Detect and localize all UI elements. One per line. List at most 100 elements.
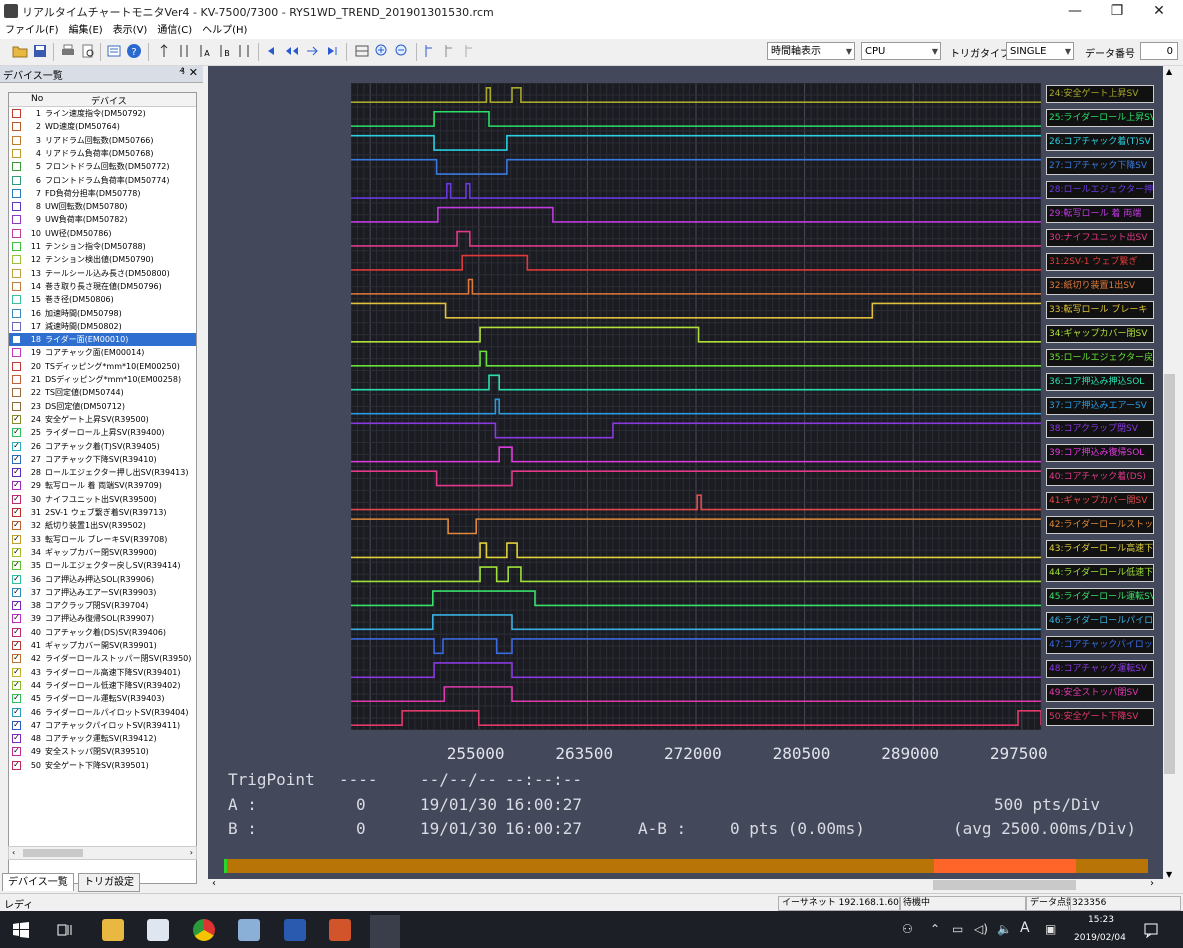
- device-row[interactable]: ✓ 48 コアチャック運転SV(R39412): [9, 732, 196, 745]
- marker-b-icon[interactable]: [442, 43, 458, 59]
- device-row[interactable]: 6 フロントドラム負荷率(DM50774): [9, 174, 196, 187]
- device-row[interactable]: ✓ 26 コアチャック着(T)SV(R39405): [9, 440, 196, 453]
- device-row[interactable]: 9 UW負荷率(DM50782): [9, 213, 196, 226]
- device-checkbox[interactable]: ✓: [12, 654, 21, 664]
- grid-icon[interactable]: [354, 43, 370, 59]
- cursor-ab-icon[interactable]: [236, 43, 252, 59]
- device-row[interactable]: 23 DS回定値(DM50712): [9, 400, 196, 413]
- zoom-out-icon[interactable]: [394, 43, 410, 59]
- menu-view[interactable]: 表示(V): [108, 22, 153, 39]
- scroll-left-icon[interactable]: ‹: [12, 847, 15, 859]
- chart-scroll-thumb[interactable]: [933, 880, 1076, 890]
- device-checkbox[interactable]: ✓: [12, 508, 21, 517]
- device-checkbox[interactable]: ✓: [12, 521, 21, 531]
- horizontal-scrollbar[interactable]: ‹ ›: [8, 846, 197, 860]
- help-icon[interactable]: ?: [126, 43, 142, 59]
- chrome-icon[interactable]: [193, 919, 215, 941]
- device-checkbox[interactable]: ✓: [12, 468, 21, 478]
- device-row[interactable]: ✓ 43 ライダーロール高速下降SV(R39401): [9, 666, 196, 679]
- mail-icon[interactable]: [147, 919, 169, 941]
- device-row[interactable]: ✓ 39 コア押込み復帰SOL(R39907): [9, 612, 196, 625]
- clock-date[interactable]: 2019/02/04: [1074, 933, 1126, 943]
- device-row[interactable]: ✓ 33 転写ロール ブレーキSV(R39708): [9, 533, 196, 546]
- device-checkbox[interactable]: ✓: [12, 720, 21, 730]
- device-row[interactable]: ✓ 35 ロールエジェクター戻しSV(R39414): [9, 559, 196, 572]
- legend-item[interactable]: 46:ライダーロールパイロット: [1046, 612, 1154, 631]
- cursor-b-icon[interactable]: B: [216, 43, 232, 59]
- scroll-right-icon[interactable]: ›: [190, 847, 193, 859]
- device-row[interactable]: ✓ 36 コア押込み押込SOL(R39906): [9, 573, 196, 586]
- device-checkbox[interactable]: ✓: [12, 534, 21, 544]
- app-icon-4[interactable]: [238, 919, 260, 941]
- device-row[interactable]: 16 加速時間(DM50798): [9, 307, 196, 320]
- device-checkbox[interactable]: [12, 228, 21, 238]
- device-row[interactable]: ✓ 25 ライダーロール上昇SV(R39400): [9, 426, 196, 439]
- device-checkbox[interactable]: ✓: [12, 414, 21, 424]
- print-preview-icon[interactable]: [80, 43, 96, 59]
- legend-item[interactable]: 25:ライダーロール上昇SV: [1046, 108, 1154, 127]
- col-no[interactable]: No: [31, 94, 43, 104]
- minimize-button[interactable]: —: [1055, 0, 1095, 22]
- device-checkbox[interactable]: [12, 188, 21, 198]
- device-row[interactable]: 19 コアチャック面(EM00014): [9, 346, 196, 359]
- device-checkbox[interactable]: ✓: [12, 494, 21, 504]
- chart-monitor-taskbar-icon[interactable]: [370, 915, 400, 948]
- device-checkbox[interactable]: [12, 148, 21, 158]
- legend-item[interactable]: 37:コア押込みエアーSV: [1046, 396, 1154, 415]
- device-checkbox[interactable]: ✓: [12, 680, 21, 690]
- powerpoint-icon[interactable]: [329, 919, 351, 941]
- device-row[interactable]: ✓ 38 コアクラップ閉SV(R39704): [9, 599, 196, 612]
- chart-horizontal-scrollbar[interactable]: ‹ ›: [208, 878, 1163, 891]
- device-row[interactable]: 20 TSディッピング*mm*10(EM00250): [9, 360, 196, 373]
- tab-device-list[interactable]: デバイス一覧: [2, 873, 74, 891]
- legend-item[interactable]: 30:ナイフユニット出SV: [1046, 228, 1154, 247]
- device-row[interactable]: 7 FD負荷分担率(DM50778): [9, 187, 196, 200]
- legend-item[interactable]: 42:ライダーロールストッパー: [1046, 516, 1154, 535]
- device-row[interactable]: ✓ 30 ナイフユニット出SV(R39500): [9, 493, 196, 506]
- people-icon[interactable]: ⚇: [902, 922, 913, 936]
- device-checkbox[interactable]: ✓: [12, 481, 21, 491]
- device-row[interactable]: 1 ライン速度指令(DM50792): [9, 107, 196, 120]
- device-row[interactable]: ✓ 44 ライダーロール低速下降SV(R39402): [9, 679, 196, 692]
- legend-item[interactable]: 48:コアチャック運転SV: [1046, 660, 1154, 679]
- device-checkbox[interactable]: [12, 348, 21, 358]
- device-checkbox[interactable]: ✓: [12, 441, 21, 451]
- device-row[interactable]: 5 フロントドラム回転数(DM50772): [9, 160, 196, 173]
- device-row[interactable]: 21 DSディッピング*mm*10(EM00258): [9, 373, 196, 386]
- legend-item[interactable]: 36:コア押込み押込SOL: [1046, 372, 1154, 391]
- legend-item[interactable]: 43:ライダーロール高速下: [1046, 540, 1154, 559]
- device-checkbox[interactable]: ✓: [12, 561, 21, 571]
- device-checkbox[interactable]: ✓: [12, 747, 21, 757]
- clock-time[interactable]: 15:23: [1088, 915, 1114, 925]
- security-icon[interactable]: ▣: [1045, 922, 1056, 936]
- device-checkbox[interactable]: ✓: [12, 707, 21, 717]
- device-checkbox[interactable]: ✓: [12, 547, 21, 557]
- device-checkbox[interactable]: [12, 281, 21, 291]
- scroll-up-icon[interactable]: ▲: [1166, 67, 1172, 76]
- vertical-scroll-thumb[interactable]: [1164, 374, 1175, 774]
- device-row[interactable]: ✓ 29 転写ロール 着 両端SV(R39709): [9, 479, 196, 492]
- trigger-icon[interactable]: [156, 43, 172, 59]
- device-row[interactable]: 13 テールシール込み長さ(DM50800): [9, 267, 196, 280]
- tab-trigger-settings[interactable]: トリガ設定: [78, 873, 140, 892]
- menu-help[interactable]: ヘルプ(H): [197, 22, 252, 39]
- trigger-type-select[interactable]: SINGLE ▼: [1006, 42, 1074, 60]
- device-row[interactable]: 14 巻き取り長さ現在値(DM50796): [9, 280, 196, 293]
- device-row[interactable]: ✓ 45 ライダーロール運転SV(R39403): [9, 692, 196, 705]
- device-checkbox[interactable]: ✓: [12, 760, 21, 770]
- device-checkbox[interactable]: [12, 135, 21, 145]
- device-row[interactable]: ✓ 47 コアチャックパイロットSV(R39411): [9, 719, 196, 732]
- device-checkbox[interactable]: ✓: [12, 574, 21, 584]
- device-checkbox[interactable]: ✓: [12, 614, 21, 624]
- device-row[interactable]: ✓ 49 安全ストッパ閉SV(R39510): [9, 745, 196, 758]
- device-row[interactable]: 10 UW径(DM50786): [9, 227, 196, 240]
- device-row[interactable]: ✓ 40 コアチャック着(DS)SV(R39406): [9, 626, 196, 639]
- speaker-icon[interactable]: 🔈: [997, 922, 1012, 936]
- device-checkbox[interactable]: [12, 335, 21, 345]
- menu-file[interactable]: ファイル(F): [0, 22, 64, 39]
- device-row[interactable]: ✓ 41 ギャップカバー開SV(R39901): [9, 639, 196, 652]
- notification-icon[interactable]: [1143, 922, 1159, 938]
- device-row[interactable]: 3 リアドラム回転数(DM50766): [9, 134, 196, 147]
- scroll-left-icon[interactable]: ‹: [212, 878, 216, 889]
- device-row[interactable]: ✓ 42 ライダーロールストッパー閉SV(R3950): [9, 652, 196, 665]
